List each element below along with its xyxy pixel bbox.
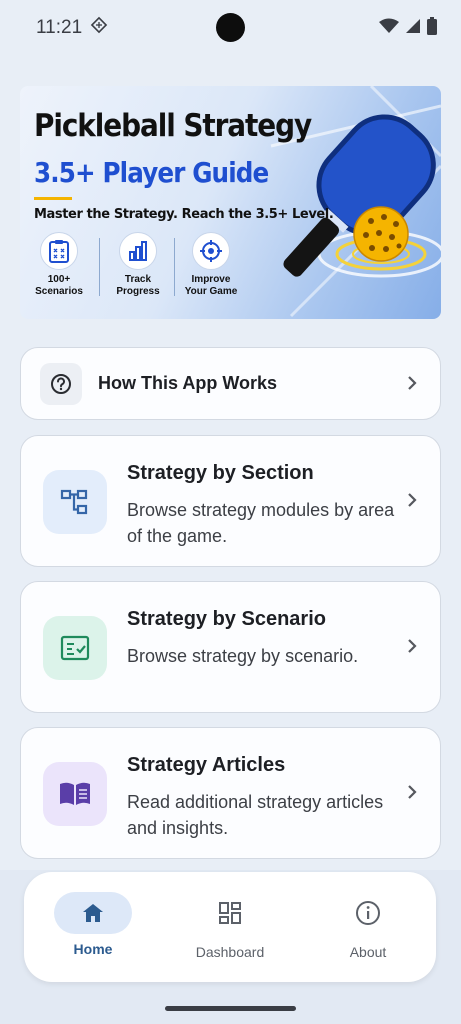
camera-cutout xyxy=(216,13,245,42)
banner-subtitle: 3.5+ Player Guide xyxy=(34,156,269,189)
hero-banner: Pickleball Strategy 3.5+ Player Guide Ma… xyxy=(20,86,441,319)
card-title: Strategy Articles xyxy=(127,754,286,776)
feature-track-progress: Track Progress xyxy=(98,232,178,298)
strategy-articles-card[interactable]: Strategy Articles Read additional strate… xyxy=(20,727,441,859)
book-icon xyxy=(43,762,107,826)
banner-tagline: Master the Strategy. Reach the 3.5+ Leve… xyxy=(34,207,334,222)
bar-chart-icon xyxy=(119,232,157,270)
feature-improve-game: Improve Your Game xyxy=(171,232,251,298)
feature-label-progress: Track Progress xyxy=(116,274,160,297)
nav-label-dashboard: Dashboard xyxy=(195,944,265,960)
home-icon xyxy=(54,892,132,934)
nav-item-about[interactable]: About xyxy=(308,892,428,960)
nav-label-home: Home xyxy=(73,941,113,957)
status-time: 11:21 xyxy=(36,17,83,38)
strategy-by-scenario-card[interactable]: Strategy by Scenario Browse strategy by … xyxy=(20,581,441,713)
nav-label-about: About xyxy=(349,944,387,960)
card-title: Strategy by Scenario xyxy=(127,608,326,630)
checklist-icon xyxy=(43,616,107,680)
banner-underline xyxy=(34,197,72,200)
feature-scenarios: 100+ Scenarios xyxy=(20,232,99,298)
nav-item-dashboard[interactable]: Dashboard xyxy=(170,892,290,960)
feature-label-scenarios: 100+ Scenarios xyxy=(35,274,83,297)
wifi-icon xyxy=(379,18,399,39)
dashboard-icon xyxy=(191,892,269,934)
card-description: Browse strategy by scenario. xyxy=(127,646,359,666)
strategy-by-section-card[interactable]: Strategy by Section Browse strategy modu… xyxy=(20,435,441,567)
bottom-navigation: Home Dashboard About xyxy=(24,872,436,982)
feature-label-improve: Improve Your Game xyxy=(184,274,238,297)
how-app-works-card[interactable]: How This App Works xyxy=(20,347,441,420)
home-indicator[interactable] xyxy=(165,1006,296,1011)
signal-icon xyxy=(405,18,421,39)
how-app-works-title: How This App Works xyxy=(98,373,278,393)
chevron-right-icon xyxy=(406,492,418,508)
card-description: Read additional strategy articles and in… xyxy=(127,792,384,838)
chevron-right-icon xyxy=(406,638,418,654)
info-icon xyxy=(329,892,407,934)
hierarchy-icon xyxy=(43,470,107,534)
clipboard-icon xyxy=(40,232,78,270)
chevron-right-icon xyxy=(406,784,418,800)
target-icon xyxy=(192,232,230,270)
card-description: Browse strategy modules by area of the g… xyxy=(127,500,395,546)
banner-title: Pickleball Strategy xyxy=(34,108,312,144)
help-circle-icon xyxy=(40,363,82,405)
notification-icon xyxy=(90,16,108,40)
battery-icon xyxy=(427,16,437,40)
card-title: Strategy by Section xyxy=(127,462,314,484)
nav-item-home[interactable]: Home xyxy=(33,892,153,957)
chevron-right-icon xyxy=(406,375,418,391)
